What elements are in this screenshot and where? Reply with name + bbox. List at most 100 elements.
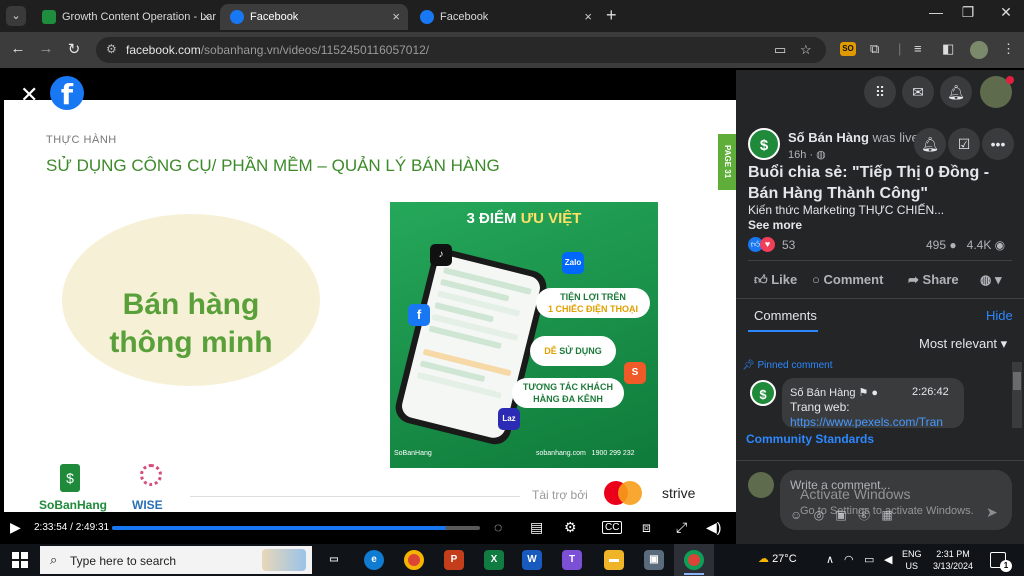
weather-sun-icon: ☁: [758, 553, 769, 565]
chrome-active-icon[interactable]: [684, 550, 704, 570]
side-panel-icon[interactable]: ◧: [942, 41, 954, 57]
speaker-icon[interactable]: ◀: [884, 553, 892, 566]
file-explorer-icon[interactable]: ▬: [604, 550, 624, 570]
divider: [736, 298, 1024, 299]
send-icon[interactable]: ➤: [986, 504, 998, 521]
follow-bell-icon[interactable]: 🔔︎: [914, 128, 946, 160]
close-icon[interactable]: ×: [392, 4, 400, 30]
post-stats[interactable]: 495 ● 4.4K ◉: [926, 238, 1005, 252]
page-name-line[interactable]: Số Bán Hàng was live.: [788, 130, 922, 145]
powerpoint-icon[interactable]: P: [444, 550, 464, 570]
forward-button[interactable]: →: [36, 40, 56, 57]
menu-kebab-icon[interactable]: ⋮: [1002, 41, 1015, 57]
menu-grid-icon[interactable]: ⠿: [864, 76, 896, 108]
wifi-icon[interactable]: ◠: [844, 553, 854, 566]
tab-growth-content[interactable]: Growth Content Operation - Lar ×: [32, 4, 218, 30]
reload-button[interactable]: ↻: [64, 40, 84, 58]
bookmark-star-icon[interactable]: ☆: [800, 42, 812, 58]
shopee-icon: S: [624, 362, 646, 384]
comments-scrollbar[interactable]: [1012, 362, 1022, 428]
clip-icon[interactable]: ▤: [530, 519, 543, 536]
comment-timestamp[interactable]: 2:26:42: [912, 386, 949, 398]
tab-strip: ⌄ Growth Content Operation - Lar × Faceb…: [0, 0, 1024, 32]
like-button[interactable]: 👍︎ Like: [754, 272, 797, 288]
windows-start-icon[interactable]: [12, 552, 28, 568]
page-avatar[interactable]: $: [748, 128, 780, 160]
back-button[interactable]: ←: [8, 40, 28, 57]
comment-button[interactable]: ○ Comment: [812, 272, 883, 287]
comment-bubble: Số Bán Hàng ⚑ ● 2:26:42 Trang web: https…: [782, 378, 964, 428]
close-icon[interactable]: ×: [202, 4, 210, 30]
more-options-icon[interactable]: •••: [982, 128, 1014, 160]
edge-icon[interactable]: e: [364, 550, 384, 570]
reading-list-icon[interactable]: ≡: [914, 41, 922, 56]
tab-facebook-active[interactable]: Facebook ×: [220, 4, 408, 30]
facebook-logo-icon[interactable]: f: [50, 76, 84, 111]
site-info-icon[interactable]: ⚙: [106, 42, 117, 56]
battery-icon[interactable]: ▭: [864, 553, 874, 566]
slide-divider: [190, 496, 520, 497]
save-post-icon[interactable]: ☑: [948, 128, 980, 160]
weather-widget[interactable]: ☁ 27°C: [758, 552, 797, 565]
tab-search-button[interactable]: ⌄: [6, 6, 26, 26]
messenger-icon[interactable]: ✉: [902, 76, 934, 108]
taskbar-search-box[interactable]: ⌕ Type here to search: [40, 546, 312, 574]
comment-author-avatar[interactable]: $: [750, 380, 776, 406]
chrome-icon[interactable]: [404, 550, 424, 570]
sponsor-label: Tài trợ bởi: [532, 488, 588, 502]
tab-title: Facebook: [250, 11, 299, 23]
lazada-icon: Laz: [498, 408, 520, 430]
promo-brand: SoBanHang: [394, 450, 432, 457]
address-bar[interactable]: ⚙ facebook.com/sobanhang.vn/videos/11524…: [96, 37, 826, 63]
task-view-icon[interactable]: ▭: [324, 550, 344, 570]
captions-icon[interactable]: CC: [602, 521, 623, 534]
screen: ⌄ Growth Content Operation - Lar × Faceb…: [0, 0, 1024, 576]
mastercard-logo: [604, 481, 644, 505]
restore-button[interactable]: ❐: [956, 4, 980, 21]
hide-comments-link[interactable]: Hide: [986, 308, 1013, 323]
profile-avatar[interactable]: [970, 41, 988, 59]
tray-chevron-icon[interactable]: ∧: [826, 553, 834, 566]
search-highlight-illustration: [262, 549, 306, 571]
reaction-profile-selector[interactable]: ◍ ▾: [980, 272, 1001, 288]
post-age[interactable]: 16h · ◍: [788, 148, 826, 161]
close-video-button[interactable]: ✕: [20, 82, 38, 108]
seek-bar[interactable]: [112, 526, 480, 530]
close-window-button[interactable]: ✕: [994, 4, 1018, 21]
windows-taskbar: ⌕ Type here to search ▭ e P X W T ▬ ▣ ☁ …: [0, 544, 1024, 576]
comment-count-icon: ●: [949, 238, 957, 252]
see-more-link[interactable]: See more: [748, 218, 802, 232]
facebook-icon: [420, 10, 434, 24]
excel-icon[interactable]: X: [484, 550, 504, 570]
sheets-icon: [42, 10, 56, 24]
volume-icon[interactable]: ◀): [706, 519, 721, 536]
fullscreen-icon[interactable]: ⤢: [676, 519, 687, 536]
word-icon[interactable]: W: [522, 550, 542, 570]
comments-tab-underline: [748, 330, 818, 332]
picture-in-picture-icon[interactable]: ⧈: [642, 519, 651, 536]
play-icon[interactable]: ▶: [10, 519, 21, 536]
minimize-button[interactable]: —: [924, 4, 948, 20]
video-player[interactable]: THỰC HÀNH SỬ DỤNG CÔNG CỤ/ PHẦN MỀM – QU…: [0, 70, 736, 544]
comment-bubble-icon[interactable]: ◌: [494, 519, 502, 535]
comments-tab[interactable]: Comments: [754, 308, 817, 323]
community-standards-link[interactable]: Community Standards: [746, 432, 874, 446]
notifications-bell-icon[interactable]: 🔔︎: [940, 76, 972, 108]
sort-comments-dropdown[interactable]: Most relevant ▾: [919, 336, 1007, 352]
settings-gear-icon[interactable]: ⚙: [564, 519, 577, 536]
comment-author[interactable]: Số Bán Hàng ⚑ ●: [790, 386, 878, 399]
comment-link[interactable]: https://www.pexels.com/Tran: [790, 415, 943, 428]
extension-badge-icon[interactable]: SO: [840, 42, 856, 56]
teams-icon[interactable]: T: [562, 550, 582, 570]
cast-icon[interactable]: ▭: [774, 42, 786, 58]
snipping-tool-icon[interactable]: ▣: [644, 550, 664, 570]
input-language[interactable]: ENG US: [902, 548, 922, 572]
player-controls: ▶ 2:33:54 / 2:49:31 ◌ ▤ ⚙ CC ⧈ ⤢ ◀): [0, 512, 736, 544]
new-tab-button[interactable]: +: [606, 5, 617, 26]
close-icon[interactable]: ×: [584, 4, 592, 30]
extensions-puzzle-icon[interactable]: ⧉: [870, 41, 879, 57]
share-button[interactable]: ➦ Share: [908, 272, 959, 288]
tab-facebook[interactable]: Facebook ×: [410, 4, 600, 30]
taskbar-clock[interactable]: 2:31 PM 3/13/2024: [928, 548, 978, 572]
activation-watermark-subtitle: Go to Settings to activate Windows.: [800, 505, 974, 517]
